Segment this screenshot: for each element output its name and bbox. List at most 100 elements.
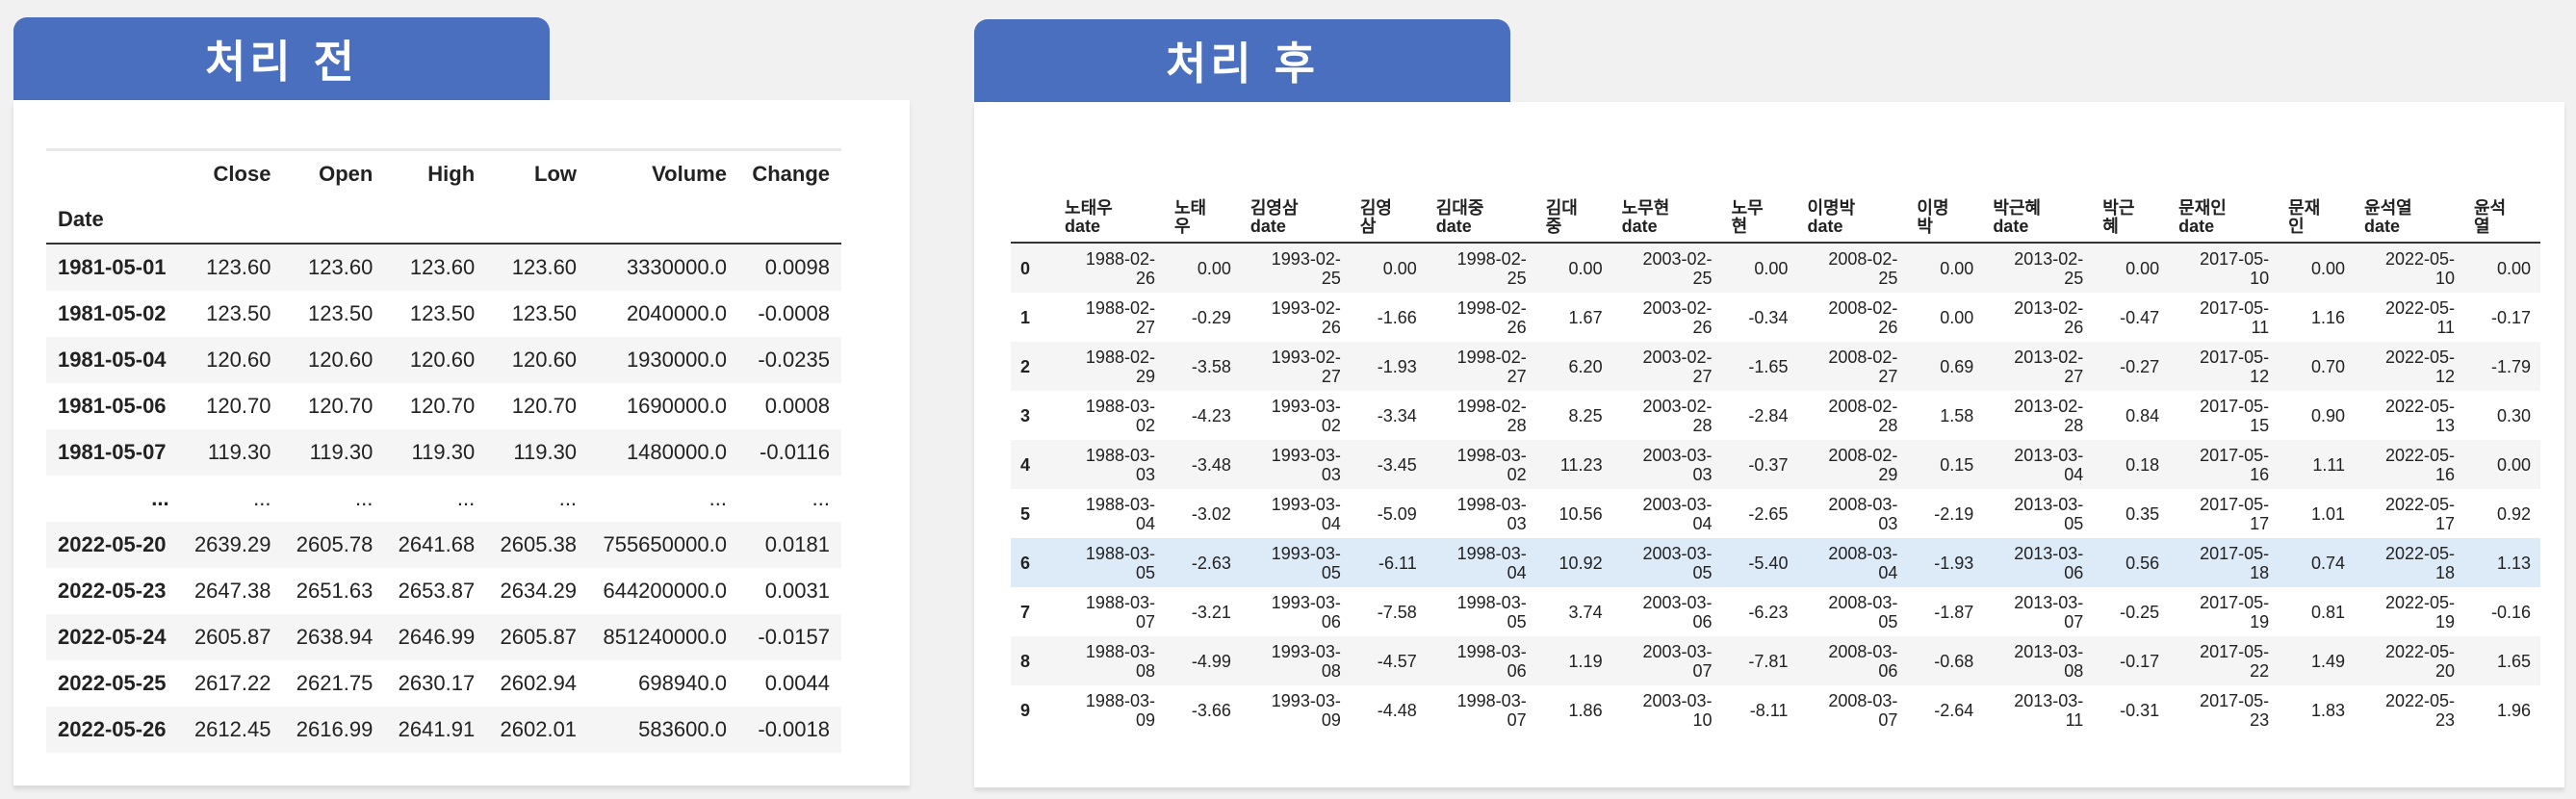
date-part-1: 1988-03-: [1085, 445, 1155, 465]
col-header: Volume: [652, 161, 727, 186]
row-index: 9: [1020, 700, 1031, 720]
date-cell: 2003-03- 05: [1612, 538, 1722, 587]
date-part-1: 1998-03-: [1456, 690, 1527, 710]
date-part-1: 2003-02-: [1642, 396, 1713, 416]
row-index: 7: [1020, 602, 1031, 622]
value-cell: -2.84: [1748, 405, 1789, 425]
date-cell: 1993-03- 09: [1241, 685, 1351, 735]
table-cell: 2616.99: [296, 717, 374, 741]
value-cell: 1.67: [1568, 307, 1603, 327]
date-part-1: 2022-05-: [2384, 641, 2455, 661]
col-header-line1: 노태: [1173, 198, 1207, 218]
date-part-2: 05: [1692, 562, 1713, 582]
table-cell: 120.70: [308, 394, 374, 418]
table-cell: 2634.29: [500, 579, 578, 603]
col-header: 윤석열 date: [2355, 193, 2464, 243]
value-cell: 0.35: [2125, 503, 2160, 524]
date-cell: 1993-03- 05: [1241, 538, 1351, 587]
value-cell: -3.58: [1191, 356, 1231, 376]
date-part-2: 13: [2434, 415, 2455, 435]
row-index: 6: [1020, 553, 1031, 573]
value-cell: -3.45: [1377, 454, 1417, 475]
date-part-1: 1988-03-: [1085, 543, 1155, 563]
row-index: 2022-05-26: [58, 717, 167, 741]
date-part-2: 11: [2251, 317, 2270, 337]
before-index-row: Date: [46, 196, 841, 244]
row-index: 2: [1020, 356, 1031, 376]
col-header-line1: 이명박: [1807, 198, 1856, 218]
value-cell: -4.57: [1377, 651, 1417, 671]
date-cell: 2017-05- 18: [2169, 538, 2279, 587]
col-header-line2: 우: [1173, 217, 1191, 236]
table-row: 1 1988-02- 27 -0.29 1993-02- 26 -1.66 1998-02- 2…: [1011, 293, 2540, 342]
value-cell: -0.34: [1748, 307, 1789, 327]
date-part-2: 05: [1321, 562, 1341, 582]
col-header: 노무현 date: [1612, 193, 1722, 243]
value-cell: 0.81: [2310, 602, 2346, 622]
date-part-2: 25: [1321, 268, 1341, 288]
date-part-1: 1988-03-: [1085, 396, 1155, 416]
value-cell: 0.00: [1940, 258, 1974, 278]
row-index: 1981-05-02: [58, 301, 167, 325]
value-cell: 11.23: [1559, 454, 1603, 475]
value-cell: -0.37: [1748, 454, 1789, 475]
value-cell: 0.00: [2125, 258, 2160, 278]
date-part-2: 02: [1135, 415, 1155, 435]
value-cell: -5.09: [1377, 503, 1417, 524]
table-cell: 2641.68: [398, 532, 476, 556]
col-header-line2: 중: [1545, 217, 1562, 236]
date-cell: 2022-05- 23: [2355, 685, 2464, 735]
date-cell: 1988-03- 03: [1055, 440, 1165, 489]
col-header-line2: date: [1621, 217, 1658, 236]
date-part-2: 05: [1878, 611, 1898, 631]
date-part-2: 05: [1507, 611, 1527, 631]
date-part-1: 1993-03-: [1271, 690, 1341, 710]
col-header: 김영삼 date: [1241, 193, 1351, 243]
date-part-1: 1988-03-: [1085, 592, 1155, 612]
value-cell: 0.84: [2125, 405, 2160, 425]
date-part-2: 03: [1507, 513, 1527, 533]
table-cell: -0.0157: [758, 625, 830, 649]
value-cell: 1.83: [2310, 700, 2346, 720]
table-cell: 2646.99: [398, 625, 476, 649]
date-part-2: 22: [2250, 660, 2270, 681]
date-part-1: 2013-03-: [2014, 690, 2084, 710]
table-cell: 583600.0: [638, 717, 727, 741]
row-index: ...: [151, 486, 169, 510]
date-cell: 2013-02- 26: [1983, 293, 2093, 342]
col-header: 노무 현: [1722, 193, 1798, 243]
date-part-1: 2008-02-: [1828, 347, 1898, 367]
date-cell: 2008-03- 06: [1797, 636, 1907, 685]
date-part-1: 2003-02-: [1642, 347, 1713, 367]
value-cell: 1.11: [2312, 454, 2346, 475]
value-cell: 1.86: [1568, 700, 1603, 720]
value-cell: -4.99: [1191, 651, 1231, 671]
col-header: 김대중 date: [1427, 193, 1536, 243]
value-cell: 1.96: [2496, 700, 2531, 720]
date-part-2: 07: [2064, 611, 2084, 631]
table-cell: 0.0008: [764, 394, 830, 418]
table-row: 4 1988-03- 03 -3.48 1993-03- 03 -3.45 1998-03- 0…: [1011, 440, 2540, 489]
value-cell: 0.30: [2496, 405, 2531, 425]
value-cell: -1.93: [1934, 553, 1974, 573]
col-header-line2: 인: [2288, 217, 2305, 236]
col-header-line2: date: [1435, 217, 1472, 236]
date-part-1: 1993-03-: [1271, 641, 1341, 661]
value-cell: -2.63: [1191, 553, 1231, 573]
col-header: 박근혜 date: [1983, 193, 2093, 243]
value-cell: -1.93: [1377, 356, 1417, 376]
date-part-2: 05: [1135, 562, 1155, 582]
date-cell: 2017-05- 11: [2169, 293, 2279, 342]
date-part-2: 29: [1878, 464, 1898, 484]
date-part-1: 2008-03-: [1828, 641, 1898, 661]
col-header-line1: 윤석열: [2364, 198, 2412, 218]
date-part-2: 02: [1321, 415, 1341, 435]
date-cell: 1998-02- 28: [1427, 391, 1536, 440]
date-cell: 2013-02- 25: [1983, 243, 2093, 293]
date-part-1: 1993-03-: [1271, 445, 1341, 465]
col-header-line1: 박근혜: [1993, 198, 2041, 218]
date-cell: 1998-03- 02: [1427, 440, 1536, 489]
date-part-2: 25: [1507, 268, 1527, 288]
date-part-1: 1998-02-: [1456, 248, 1527, 269]
value-cell: -0.16: [2490, 602, 2531, 622]
